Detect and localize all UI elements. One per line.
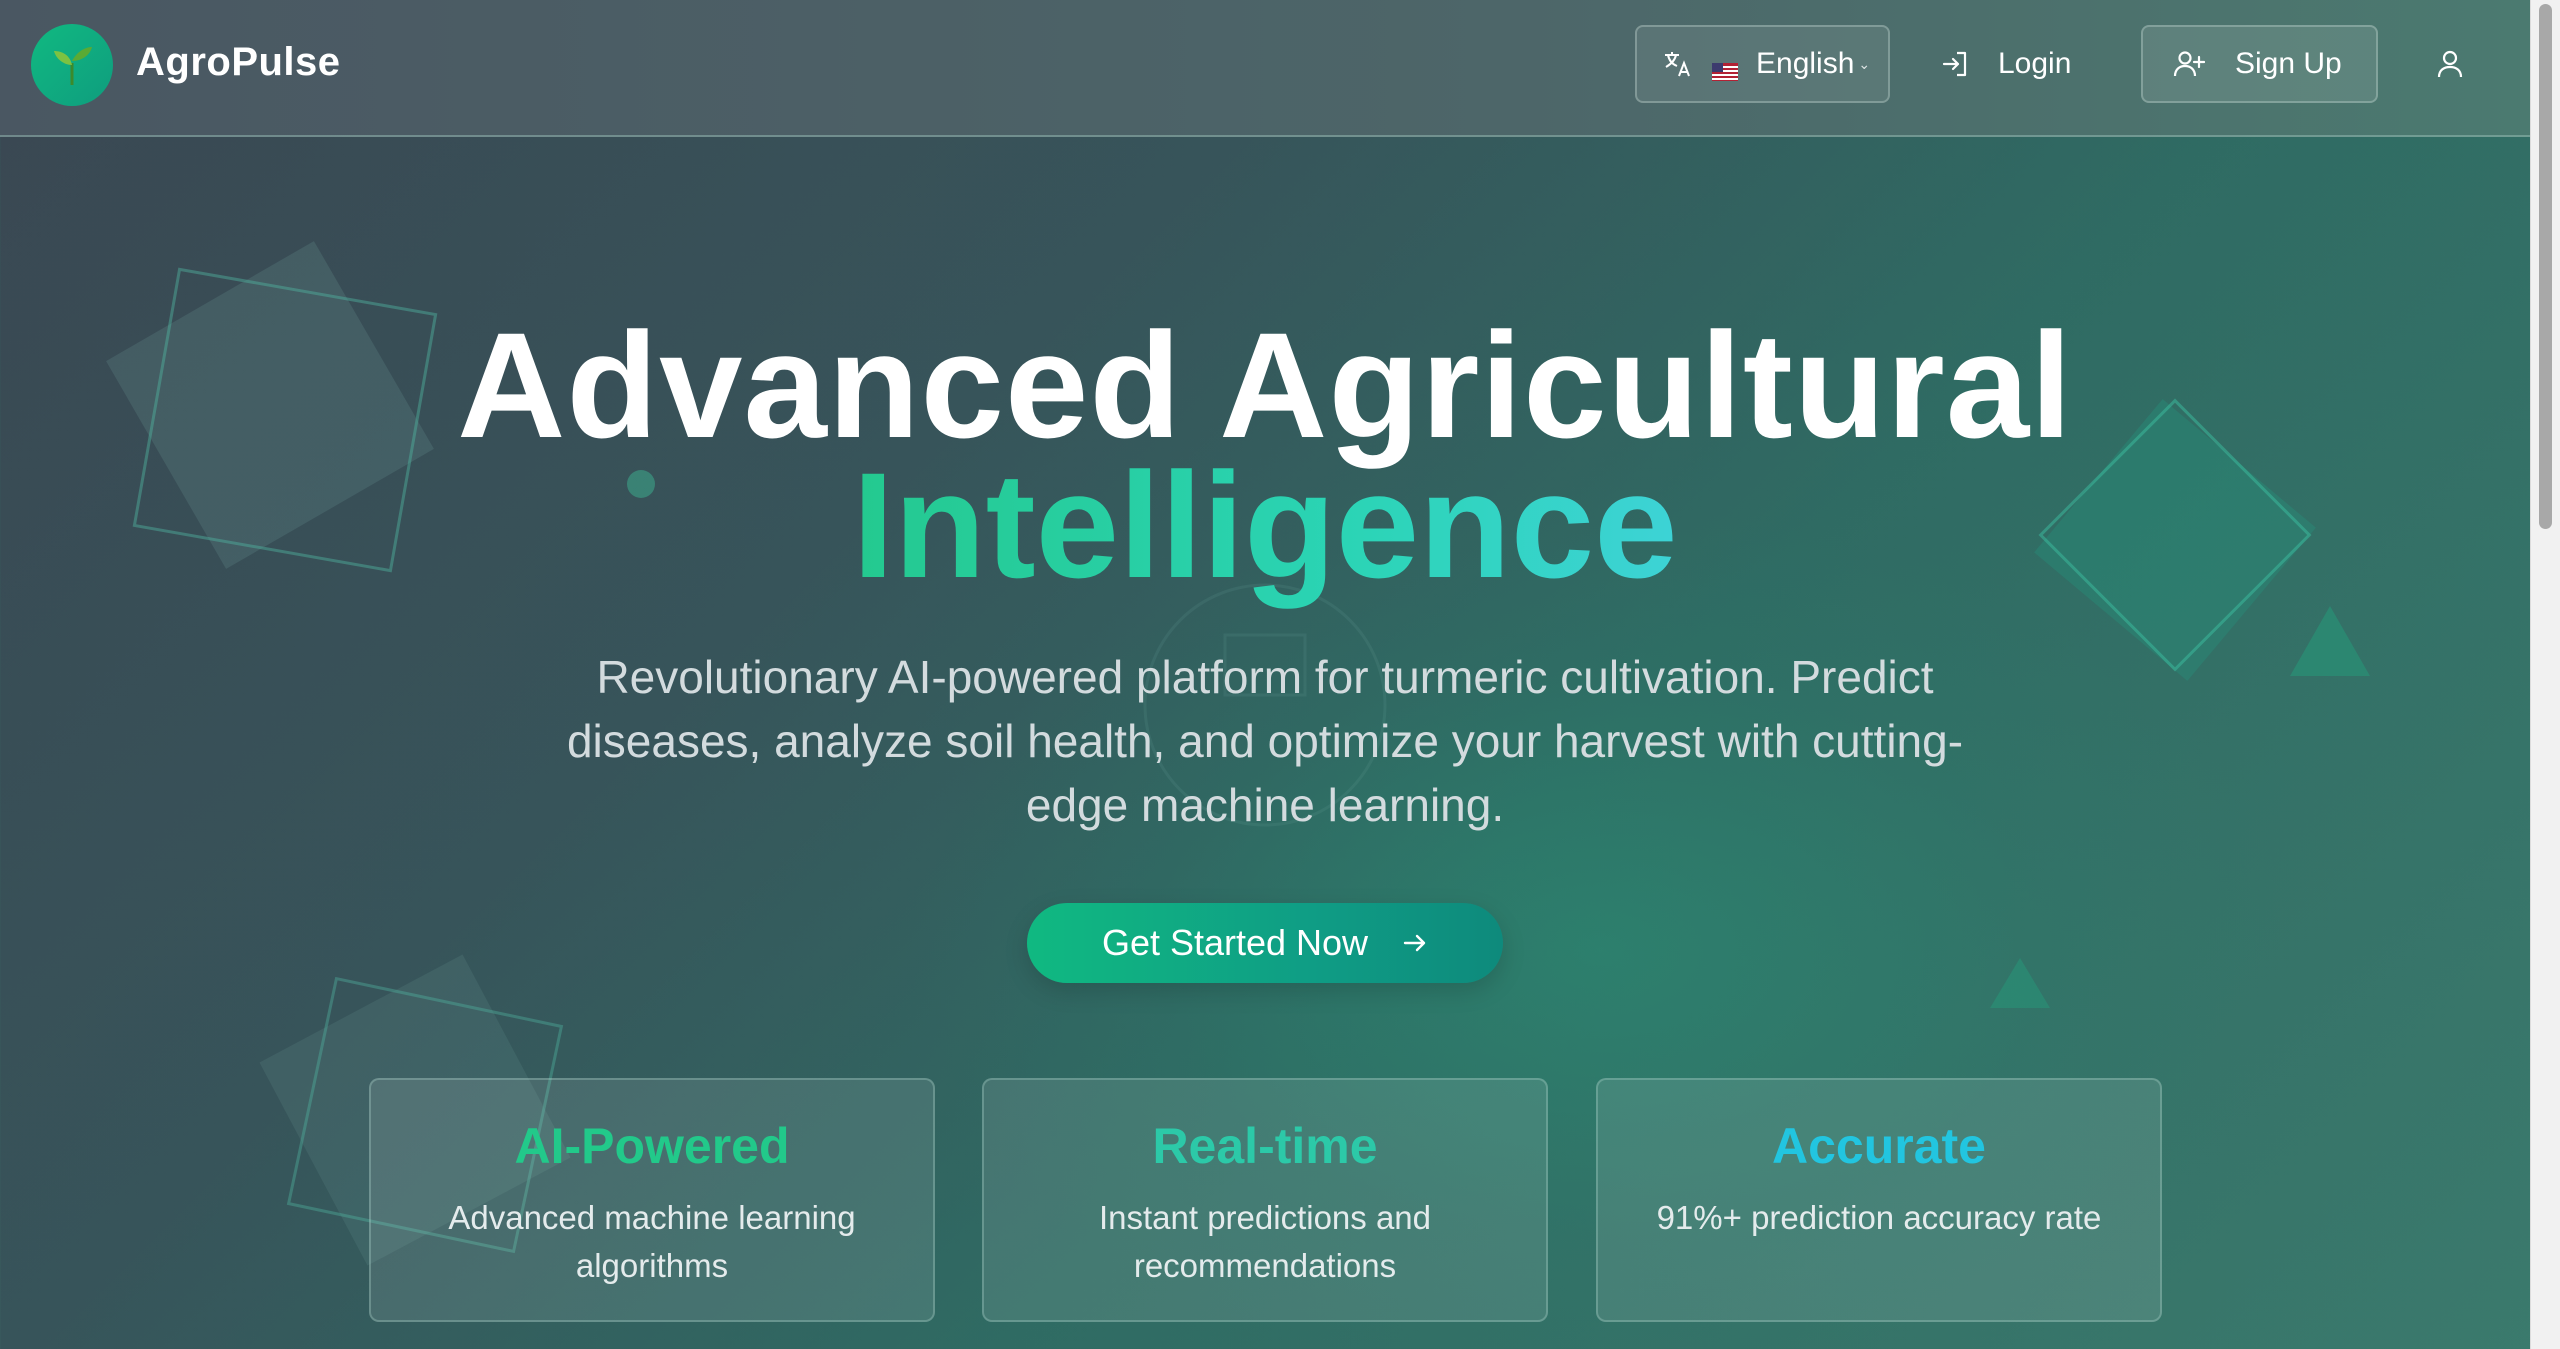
scrollbar-thumb[interactable] — [2539, 4, 2552, 529]
translate-icon — [1665, 52, 1690, 77]
signup-button[interactable]: Sign Up — [2141, 25, 2378, 103]
feature-title: Accurate — [1772, 1118, 1986, 1174]
feature-title: Real-time — [1152, 1118, 1378, 1174]
feature-description: Instant predictions and recommendations — [1098, 1199, 1432, 1284]
user-icon — [2437, 50, 2463, 78]
hero-title-accent: Intelligence — [0, 445, 2530, 605]
seedling-icon — [54, 47, 92, 85]
get-started-label: Get Started Now — [1101, 922, 1369, 963]
login-icon — [1942, 51, 1967, 77]
deco-triangle-right — [2290, 606, 2370, 676]
chevron-down-icon: ⌄ — [1858, 55, 1871, 72]
deco-triangle-mid — [1990, 958, 2050, 1008]
login-button[interactable]: Login — [1940, 25, 2095, 103]
brand-name[interactable]: AgroPulse — [136, 40, 341, 85]
feature-description: Advanced machine learning algorithms — [448, 1199, 856, 1284]
feature-card-accurate: Accurate 91%+ prediction accuracy rate — [1596, 1078, 2162, 1322]
hero-subtitle: Revolutionary AI-powered platform for tu… — [566, 651, 1964, 831]
navbar: AgroPulse English ⌄ Login Sign Up — [0, 0, 2530, 137]
feature-card-real-time: Real-time Instant predictions and recomm… — [982, 1078, 1548, 1322]
user-menu-button[interactable] — [2430, 44, 2470, 84]
feature-card-ai-powered: AI-Powered Advanced machine learning alg… — [369, 1078, 935, 1322]
get-started-button[interactable]: Get Started Now — [1027, 903, 1503, 983]
signup-label: Sign Up — [2235, 47, 2342, 80]
page-scrollbar[interactable] — [2530, 0, 2560, 1349]
feature-description: 91%+ prediction accuracy rate — [1656, 1199, 2102, 1236]
hero-title-accent-text: Intelligence — [852, 441, 1678, 609]
language-selector[interactable]: English ⌄ — [1635, 25, 1890, 103]
brand-logo[interactable] — [31, 24, 113, 106]
language-label: English — [1756, 47, 1855, 80]
login-label: Login — [1998, 47, 2072, 80]
arrow-right-icon — [1403, 934, 1426, 952]
feature-title: AI-Powered — [514, 1118, 790, 1174]
user-plus-icon — [2173, 51, 2205, 77]
us-flag-icon — [1712, 55, 1738, 81]
